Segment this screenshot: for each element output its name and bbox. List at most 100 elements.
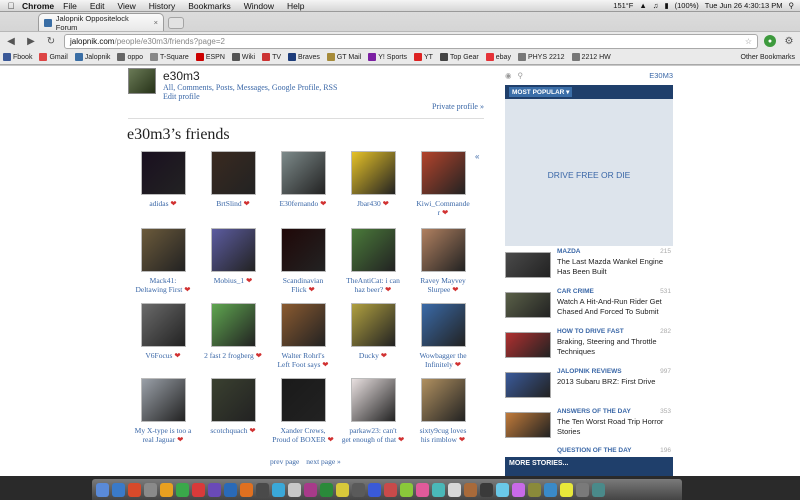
friend-avatar[interactable]: [280, 151, 326, 195]
temperature-readout[interactable]: 151°F: [613, 1, 633, 10]
heart-icon[interactable]: ❤: [385, 285, 391, 294]
friend-name-line1[interactable]: Kiwi_Commande: [408, 199, 478, 208]
friend-name-line2[interactable]: Infinitely ❤: [408, 360, 478, 369]
menu-bookmarks[interactable]: Bookmarks: [188, 1, 231, 11]
heart-icon[interactable]: ❤: [442, 208, 448, 217]
friend-name-line2[interactable]: r ❤: [408, 208, 478, 217]
friend-name-line2[interactable]: get enough of that ❤: [338, 435, 408, 444]
prev-page-link[interactable]: prev page: [270, 457, 299, 466]
more-stories-link[interactable]: MORE STORIES...: [505, 457, 673, 476]
friend-avatar[interactable]: [350, 378, 396, 422]
friend-avatar[interactable]: [420, 151, 466, 195]
friend-avatar[interactable]: [140, 228, 186, 272]
reload-icon[interactable]: ↻: [44, 34, 58, 48]
friend-name-line1[interactable]: Scandinavian: [268, 276, 338, 285]
heart-icon[interactable]: ❤: [170, 199, 176, 208]
dock-app-icon[interactable]: [400, 482, 413, 497]
friend-name-line1[interactable]: sixty9cug loves: [408, 426, 478, 435]
friend-name-cont[interactable]: r: [438, 208, 441, 217]
dock-app-icon[interactable]: [416, 482, 429, 497]
friend-name-line1[interactable]: Ravey Mayvey: [408, 276, 478, 285]
friend-card[interactable]: Ducky ❤: [338, 303, 408, 360]
story-thumbnail[interactable]: [505, 252, 551, 278]
battery-readout[interactable]: (100%): [675, 1, 699, 10]
heart-icon[interactable]: ❤: [322, 360, 328, 369]
new-tab-button[interactable]: [168, 17, 184, 29]
next-page-link[interactable]: next page »: [306, 457, 341, 466]
friend-name-line1[interactable]: Ducky ❤: [338, 351, 408, 360]
friend-name-line1[interactable]: Mack41:: [128, 276, 198, 285]
heart-icon[interactable]: ❤: [327, 435, 333, 444]
friend-name-cont[interactable]: Infinitely: [425, 360, 453, 369]
friend-name[interactable]: Kiwi_Commande: [416, 199, 469, 208]
friend-card[interactable]: TheAntiCat: i can haz beer? ❤: [338, 228, 408, 294]
dock-app-icon[interactable]: [576, 482, 589, 497]
dock-app-icon[interactable]: [560, 482, 573, 497]
friend-avatar[interactable]: [210, 228, 256, 272]
dock-app-icon[interactable]: [432, 482, 445, 497]
heart-icon[interactable]: ❤: [452, 285, 458, 294]
friend-card[interactable]: parkaw23: can't get enough of that ❤: [338, 378, 408, 444]
bookmark-item[interactable]: Jalopnik: [74, 53, 110, 61]
dock-app-icon[interactable]: [304, 482, 317, 497]
bookmark-item[interactable]: Top Gear: [439, 53, 479, 61]
friend-card[interactable]: Jbar430 ❤: [338, 151, 408, 208]
heart-icon[interactable]: ❤: [174, 351, 180, 360]
browser-tab[interactable]: Jalopnik Oppositelock Forum ×: [38, 13, 164, 32]
dock-app-icon[interactable]: [496, 482, 509, 497]
profile-avatar[interactable]: [128, 68, 156, 94]
story-title[interactable]: The Last Mazda Wankel Engine Has Been Bu…: [557, 257, 673, 277]
friend-name[interactable]: adidas: [149, 199, 168, 208]
battery-icon[interactable]: ▮: [664, 1, 668, 10]
camera-icon[interactable]: ◉: [505, 71, 512, 80]
friend-name-cont[interactable]: haz beer?: [355, 285, 384, 294]
menu-file[interactable]: File: [63, 1, 77, 11]
bookmark-item[interactable]: GT Mail: [326, 53, 361, 61]
friend-name-line1[interactable]: TheAntiCat: i can: [338, 276, 408, 285]
friend-name-line2[interactable]: Left Foot says ❤: [268, 360, 338, 369]
friend-avatar[interactable]: [140, 378, 186, 422]
friend-avatar[interactable]: [210, 378, 256, 422]
dock-app-icon[interactable]: [128, 482, 141, 497]
dock-app-icon[interactable]: [544, 482, 557, 497]
friend-name-line2[interactable]: Deltawing First ❤: [128, 285, 198, 294]
story-title[interactable]: Watch A Hit-And-Run Rider Get Chased And…: [557, 297, 673, 317]
friend-avatar[interactable]: [420, 228, 466, 272]
bookmark-item[interactable]: Y! Sports: [368, 53, 407, 61]
dock-app-icon[interactable]: [160, 482, 173, 497]
bookmark-item[interactable]: ebay: [485, 53, 511, 61]
edit-profile-link[interactable]: Edit profile: [163, 92, 200, 101]
friend-name-line1[interactable]: Walter Rohrl's: [268, 351, 338, 360]
friend-name-line1[interactable]: My X-type is too a: [128, 426, 198, 435]
bookmark-item[interactable]: oppo: [117, 53, 143, 61]
story-thumbnail[interactable]: [505, 292, 551, 318]
friend-name-line2[interactable]: Proud of BOXER ❤: [268, 435, 338, 444]
friend-name-line1[interactable]: V6Focus ❤: [128, 351, 198, 360]
friend-name[interactable]: sixty9cug loves: [420, 426, 467, 435]
friend-name[interactable]: Mobius_1: [214, 276, 244, 285]
story-thumbnail[interactable]: [505, 332, 551, 358]
bookmark-item[interactable]: T-Square: [150, 53, 189, 61]
most-popular-dropdown[interactable]: MOST POPULAR ▾: [509, 87, 573, 97]
friend-name-line1[interactable]: scotchquach ❤: [198, 426, 268, 435]
dock-app-icon[interactable]: [320, 482, 333, 497]
story-category[interactable]: JALOPNIK REVIEWS: [557, 368, 622, 375]
story-title[interactable]: Braking, Steering and Throttle Technique…: [557, 337, 673, 357]
friend-card[interactable]: Mack41: Deltawing First ❤: [128, 228, 198, 294]
story-category[interactable]: HOW TO DRIVE FAST: [557, 328, 624, 335]
friend-name[interactable]: Mack41:: [150, 276, 177, 285]
wifi-icon[interactable]: ▲: [639, 1, 646, 10]
friend-name[interactable]: V6Focus: [145, 351, 172, 360]
friend-name-line1[interactable]: Mobius_1 ❤: [198, 276, 268, 285]
friend-name-cont[interactable]: real Jaguar: [143, 435, 176, 444]
heart-icon[interactable]: ❤: [455, 360, 461, 369]
friend-name-cont[interactable]: get enough of that: [342, 435, 396, 444]
friend-card[interactable]: Scandinavian Flick ❤: [268, 228, 338, 294]
friend-card[interactable]: E30fernando ❤: [268, 151, 338, 208]
bookmark-item[interactable]: PHYS 2212: [517, 53, 565, 61]
heart-icon[interactable]: ❤: [256, 351, 262, 360]
other-bookmarks[interactable]: Other Bookmarks: [741, 54, 795, 61]
dock-app-icon[interactable]: [208, 482, 221, 497]
story-item[interactable]: HOW TO DRIVE FAST 282 Braking, Steering an…: [505, 328, 673, 366]
friend-name-line2[interactable]: Flick ❤: [268, 285, 338, 294]
